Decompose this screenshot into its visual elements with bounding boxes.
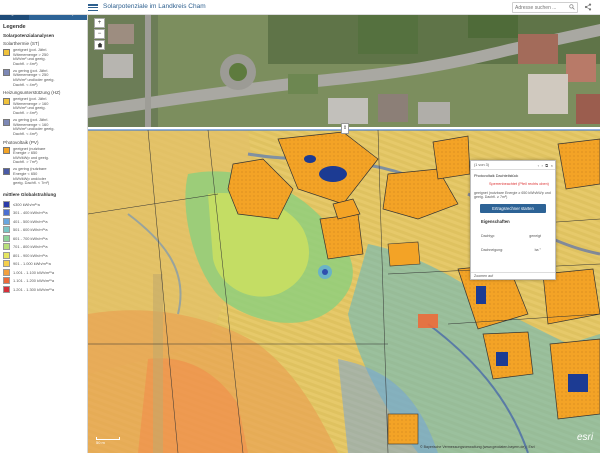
legend-item: zu gering (pot. Jährl. Wärmemenge < 250 …	[3, 67, 85, 87]
radiation-legend-title: mittlere Globalstrahlung	[3, 191, 57, 197]
legend-item-label: zu gering (pot. Jährl. Wärmemenge < 250 …	[13, 67, 55, 87]
previous-icon[interactable]: ‹	[538, 163, 539, 168]
radiation-legend: ≤300 kWh/m²*a 301 - 400 kWh/m²*a 401 - 500…	[3, 200, 85, 294]
property-key: Dachneigung:	[481, 247, 504, 252]
legend-swatch	[3, 48, 10, 56]
home-icon	[97, 42, 102, 48]
popup-title: Photovoltaik Dachteilstück	[474, 174, 519, 178]
legend-item: zu gering (nutzbare Energie < 650 kWh/kW…	[3, 167, 85, 185]
radiation-legend-item: 801 - 900 kWh/m²*a	[3, 251, 85, 260]
legend-item: zu gering (pot. Jährl. Wärmemenge < 160 …	[3, 117, 85, 136]
search-icon[interactable]	[569, 4, 575, 10]
feature-popup: (1 von 3) ‹ › ⧉ × Photovoltaik Dachteils…	[470, 160, 556, 280]
popup-hint: Sperrenbeachtet (Pfeil rechts oben)	[489, 182, 549, 186]
radiation-legend-item: 1.201 - 1.300 kWh/m²*a	[3, 285, 85, 294]
radiation-legend-label: 1.201 - 1.300 kWh/m²*a	[13, 286, 55, 292]
popup-header: (1 von 3) ‹ › ⧉ ×	[471, 161, 555, 170]
radiation-legend-item: 901 - 1.000 kWh/m²*a	[3, 259, 85, 268]
legend-swatch	[3, 209, 10, 216]
legend-body: Solarpotenzialanalysen Solarthermie (ST)…	[3, 33, 85, 293]
legend-swatch	[3, 97, 10, 105]
radiation-legend-item: 301 - 400 kWh/m²*a	[3, 208, 85, 217]
address-search[interactable]	[512, 2, 578, 13]
radiation-legend-item: 501 - 600 kWh/m²*a	[3, 225, 85, 234]
radiation-legend-label: 301 - 400 kWh/m²*a	[13, 210, 48, 215]
legend-swatch	[3, 251, 10, 259]
property-value: ba °	[534, 247, 541, 252]
aerial-photo	[88, 14, 600, 127]
property-row: Dachneigung: ba °	[481, 248, 541, 252]
legend-item: geeignet (pot. Jährl. Wärmemenge > 160 k…	[3, 96, 85, 116]
radiation-legend-label: 501 - 600 kWh/m²*a	[13, 227, 48, 232]
property-row: Dachtyp: geneigt	[481, 234, 541, 238]
swipe-handle[interactable]: ⇕	[341, 123, 349, 134]
zoom-in-button[interactable]: +	[94, 18, 105, 28]
legend-group-title: Photovoltaik (PV)	[3, 139, 39, 145]
legend-title: Legende	[3, 24, 26, 30]
legend-item-label: zu gering (nutzbare Energie < 650 kWh/kW…	[13, 166, 50, 186]
legend-swatch	[3, 234, 10, 242]
legend-swatch	[3, 69, 10, 77]
popup-description: geeignet (nutzbare Energie ≥ 650 kWh/kWp…	[474, 191, 551, 200]
scale-bar-label: 50 m	[96, 440, 105, 445]
yield-calculator-button[interactable]: Ertragsrechner starten	[480, 203, 546, 213]
scale-bar: 50 m	[96, 437, 120, 445]
dock-icon[interactable]: ⧉	[545, 163, 548, 168]
legend-swatch	[3, 118, 10, 126]
legend-panel: Legende Info Layer Legende Solarpotenzia…	[0, 0, 88, 453]
legend-swatch	[3, 285, 10, 293]
legend-swatch	[3, 260, 10, 267]
property-value: geneigt	[529, 233, 541, 238]
legend-swatch	[3, 226, 10, 233]
legend-item-label: zu gering (pot. Jährl. Wärmemenge < 160 …	[13, 117, 55, 136]
popup-feature-count: (1 von 3)	[474, 162, 489, 167]
legend-swatch	[3, 167, 10, 175]
radiation-legend-item: 701 - 800 kWh/m²*a	[3, 242, 85, 251]
legend-swatch	[3, 200, 10, 208]
home-button[interactable]	[94, 40, 105, 50]
radiation-legend-item: 1.001 - 1.100 kWh/m²*a	[3, 268, 85, 277]
legend-item: geeignet (pot. Jährl. Wärmemenge > 250 k…	[3, 47, 85, 66]
property-key: Dachtyp:	[481, 233, 496, 238]
radiation-legend-label: 801 - 900 kWh/m²*a	[13, 252, 48, 258]
zoom-out-button[interactable]: −	[94, 29, 105, 39]
legend-item-label: geeignet (nutzbare Energie > 650 kWh/kWp…	[13, 145, 49, 165]
legend-swatch	[3, 277, 10, 284]
radiation-legend-item: 1.101 - 1.200 kWh/m²*a	[3, 276, 85, 285]
radiation-legend-label: 1.101 - 1.200 kWh/m²*a	[13, 278, 55, 283]
legend-section-title: Solarpotenzialanalysen	[3, 33, 55, 38]
legend-group-title: Heizungsunterstützung (HZ)	[3, 90, 61, 96]
app-header: Solarpotenziale im Landkreis Cham	[0, 0, 600, 15]
close-icon[interactable]: ×	[551, 163, 553, 168]
next-icon[interactable]: ›	[541, 163, 542, 168]
radiation-legend-label: 601 - 700 kWh/m²*a	[13, 235, 48, 241]
legend-swatch	[3, 243, 10, 250]
zoom-to-link[interactable]: Zoomen auf	[471, 272, 555, 279]
legend-item-label: geeignet (pot. Jährl. Wärmemenge > 250 k…	[13, 47, 49, 66]
app-title: Solarpotenziale im Landkreis Cham	[103, 3, 206, 10]
properties-title: Eigenschaften	[481, 218, 510, 224]
search-input[interactable]	[515, 3, 563, 12]
radiation-legend-item: 601 - 700 kWh/m²*a	[3, 234, 85, 243]
legend-item-label: geeignet (pot. Jährl. Wärmemenge > 160 k…	[13, 96, 49, 116]
radiation-legend-label: 901 - 1.000 kWh/m²*a	[13, 261, 51, 266]
legend-swatch	[3, 147, 10, 154]
legend-swatch	[3, 217, 10, 225]
radiation-legend-item: 401 - 500 kWh/m²*a	[3, 217, 85, 226]
legend-item: geeignet (nutzbare Energie > 650 kWh/kWp…	[3, 145, 85, 165]
radiation-legend-label: 1.001 - 1.100 kWh/m²*a	[13, 269, 55, 275]
zoom-controls: + −	[94, 18, 105, 50]
radiation-legend-label: ≤300 kWh/m²*a	[13, 201, 40, 207]
map-attribution: © Bayerische Vermessungsverwaltung (www.…	[420, 445, 535, 449]
radiation-legend-item: ≤300 kWh/m²*a	[3, 200, 85, 209]
esri-logo: esri	[577, 432, 594, 443]
share-icon[interactable]	[584, 3, 592, 11]
popup-controls: ‹ › ⧉ ×	[538, 163, 553, 168]
radiation-legend-label: 401 - 500 kWh/m²*a	[13, 218, 48, 224]
radiation-legend-label: 701 - 800 kWh/m²*a	[13, 244, 48, 249]
legend-group-title: Solarthermie (ST)	[3, 41, 40, 46]
hamburger-menu-button[interactable]	[88, 3, 98, 11]
legend-swatch	[3, 268, 10, 276]
